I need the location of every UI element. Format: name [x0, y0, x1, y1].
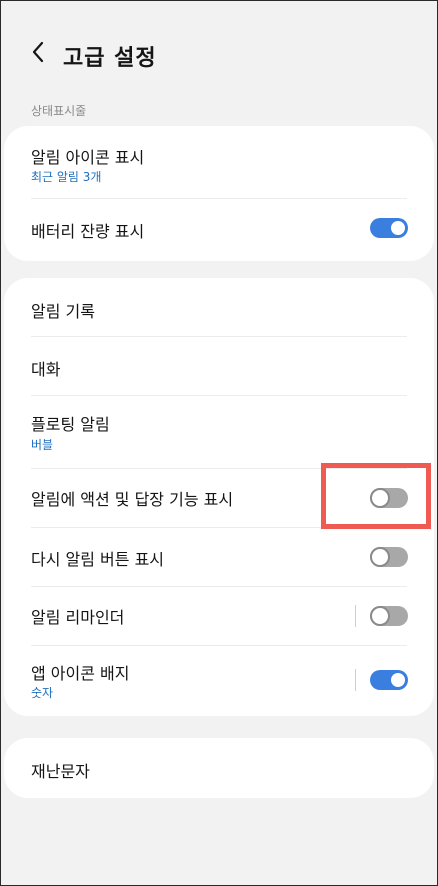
battery-percentage-toggle[interactable] — [370, 218, 408, 238]
row-title: 다시 알림 버튼 표시 — [31, 550, 165, 569]
app-icon-badges-toggle[interactable] — [370, 670, 408, 690]
toggle-knob — [370, 606, 390, 626]
notification-history-row[interactable]: 알림 기록 — [4, 278, 434, 336]
toggle-knob — [389, 219, 407, 237]
row-title: 대화 — [31, 360, 61, 379]
row-title: 앱 아이콘 배지 — [31, 664, 130, 683]
conversations-row[interactable]: 대화 — [4, 337, 434, 395]
page-title: 고급 설정 — [63, 46, 157, 71]
row-subtitle: 최근 알림 3개 — [31, 170, 102, 184]
emergency-alerts-card: 재난문자 — [4, 738, 434, 798]
row-title: 알림 아이콘 표시 — [31, 148, 145, 167]
row-title: 알림 리마인더 — [31, 608, 125, 627]
row-subtitle: 숫자 — [31, 686, 54, 700]
row-title: 플로팅 알림 — [31, 415, 110, 434]
header: 고급 설정 — [1, 31, 437, 79]
app-icon-badges-row[interactable]: 앱 아이콘 배지 숫자 — [4, 646, 434, 716]
emergency-alerts-row[interactable]: 재난문자 — [4, 738, 434, 798]
notification-icons-row[interactable]: 알림 아이콘 표시 최근 알림 3개 — [4, 126, 434, 198]
vertical-separator — [355, 605, 356, 627]
status-bar-card: 알림 아이콘 표시 최근 알림 3개 배터리 잔량 표시 — [4, 126, 434, 261]
toggle-knob — [389, 671, 407, 689]
notification-reminder-toggle[interactable] — [370, 606, 408, 626]
toggle-knob — [370, 547, 390, 567]
row-title: 알림 기록 — [31, 302, 95, 321]
row-title: 재난문자 — [31, 762, 90, 781]
snooze-button-row[interactable]: 다시 알림 버튼 표시 — [4, 528, 434, 586]
floating-notifications-row[interactable]: 플로팅 알림 버블 — [4, 396, 434, 468]
back-arrow-icon — [31, 41, 45, 67]
row-title: 알림에 액션 및 답장 기능 표시 — [31, 490, 234, 509]
snooze-button-toggle[interactable] — [370, 547, 408, 567]
section-label-status-bar: 상태표시줄 — [31, 104, 87, 118]
row-title: 배터리 잔량 표시 — [31, 222, 145, 241]
back-button[interactable] — [23, 39, 53, 69]
highlight-box — [321, 463, 431, 529]
screen: 고급 설정 상태표시줄 알림 아이콘 표시 최근 알림 3개 배터리 잔량 표시… — [0, 0, 438, 886]
vertical-separator — [355, 669, 356, 691]
battery-percentage-row[interactable]: 배터리 잔량 표시 — [4, 199, 434, 261]
row-subtitle: 버블 — [31, 438, 54, 452]
notification-reminder-row[interactable]: 알림 리마인더 — [4, 587, 434, 645]
